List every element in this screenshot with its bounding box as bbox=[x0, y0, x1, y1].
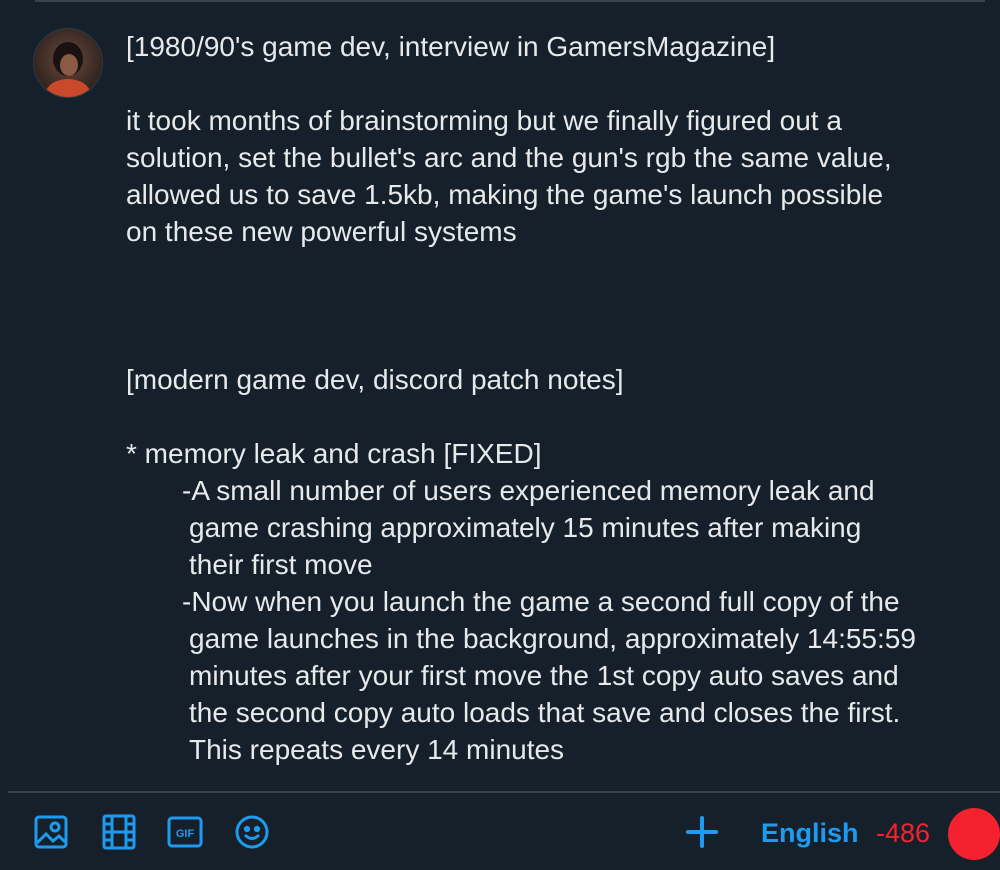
composer-blank-line bbox=[126, 324, 986, 361]
composer-blank-line bbox=[126, 65, 986, 102]
composer-toolbar: GIF English -486 bbox=[0, 800, 1000, 866]
composer-line: This repeats every 14 minutes bbox=[189, 734, 565, 765]
composer-line: the second copy auto loads that save and… bbox=[189, 697, 901, 728]
svg-text:GIF: GIF bbox=[176, 828, 195, 840]
plus-icon[interactable] bbox=[684, 814, 720, 850]
composer-line: on these new powerful systems bbox=[126, 216, 517, 247]
top-divider bbox=[35, 0, 985, 2]
composer-line: -Now when you launch the game a second f… bbox=[182, 586, 900, 617]
video-icon[interactable] bbox=[101, 814, 137, 850]
character-progress-ring bbox=[948, 808, 1000, 860]
composer-line: [1980/90's game dev, interview in Gamers… bbox=[126, 31, 776, 62]
composer-line: * memory leak and crash [FIXED] bbox=[126, 438, 542, 469]
toolbar-divider bbox=[8, 791, 1000, 793]
composer-line: their first move bbox=[189, 549, 373, 580]
composer-blank-line bbox=[126, 398, 986, 435]
gif-icon[interactable]: GIF bbox=[167, 814, 203, 850]
composer-line: it took months of brainstorming but we f… bbox=[126, 105, 842, 136]
user-avatar[interactable] bbox=[33, 28, 103, 98]
avatar-image bbox=[34, 29, 102, 97]
emoji-icon[interactable] bbox=[234, 814, 270, 850]
composer-line: allowed us to save 1.5kb, making the gam… bbox=[126, 179, 884, 210]
image-icon[interactable] bbox=[33, 814, 69, 850]
composer-blank-line bbox=[126, 287, 986, 324]
language-selector[interactable]: English bbox=[761, 816, 859, 850]
composer-line: solution, set the bullet's arc and the g… bbox=[126, 142, 892, 173]
composer-line: -A small number of users experienced mem… bbox=[182, 475, 875, 506]
composer-line: [modern game dev, discord patch notes] bbox=[126, 364, 624, 395]
composer-line: game crashing approximately 15 minutes a… bbox=[189, 512, 862, 543]
composer-blank-line bbox=[126, 250, 986, 287]
tweet-composer-text[interactable]: [1980/90's game dev, interview in Gamers… bbox=[126, 28, 986, 768]
composer-line: game launches in the background, approxi… bbox=[189, 623, 916, 654]
composer-line: minutes after your first move the 1st co… bbox=[189, 660, 899, 691]
character-count: -486 bbox=[876, 818, 931, 848]
